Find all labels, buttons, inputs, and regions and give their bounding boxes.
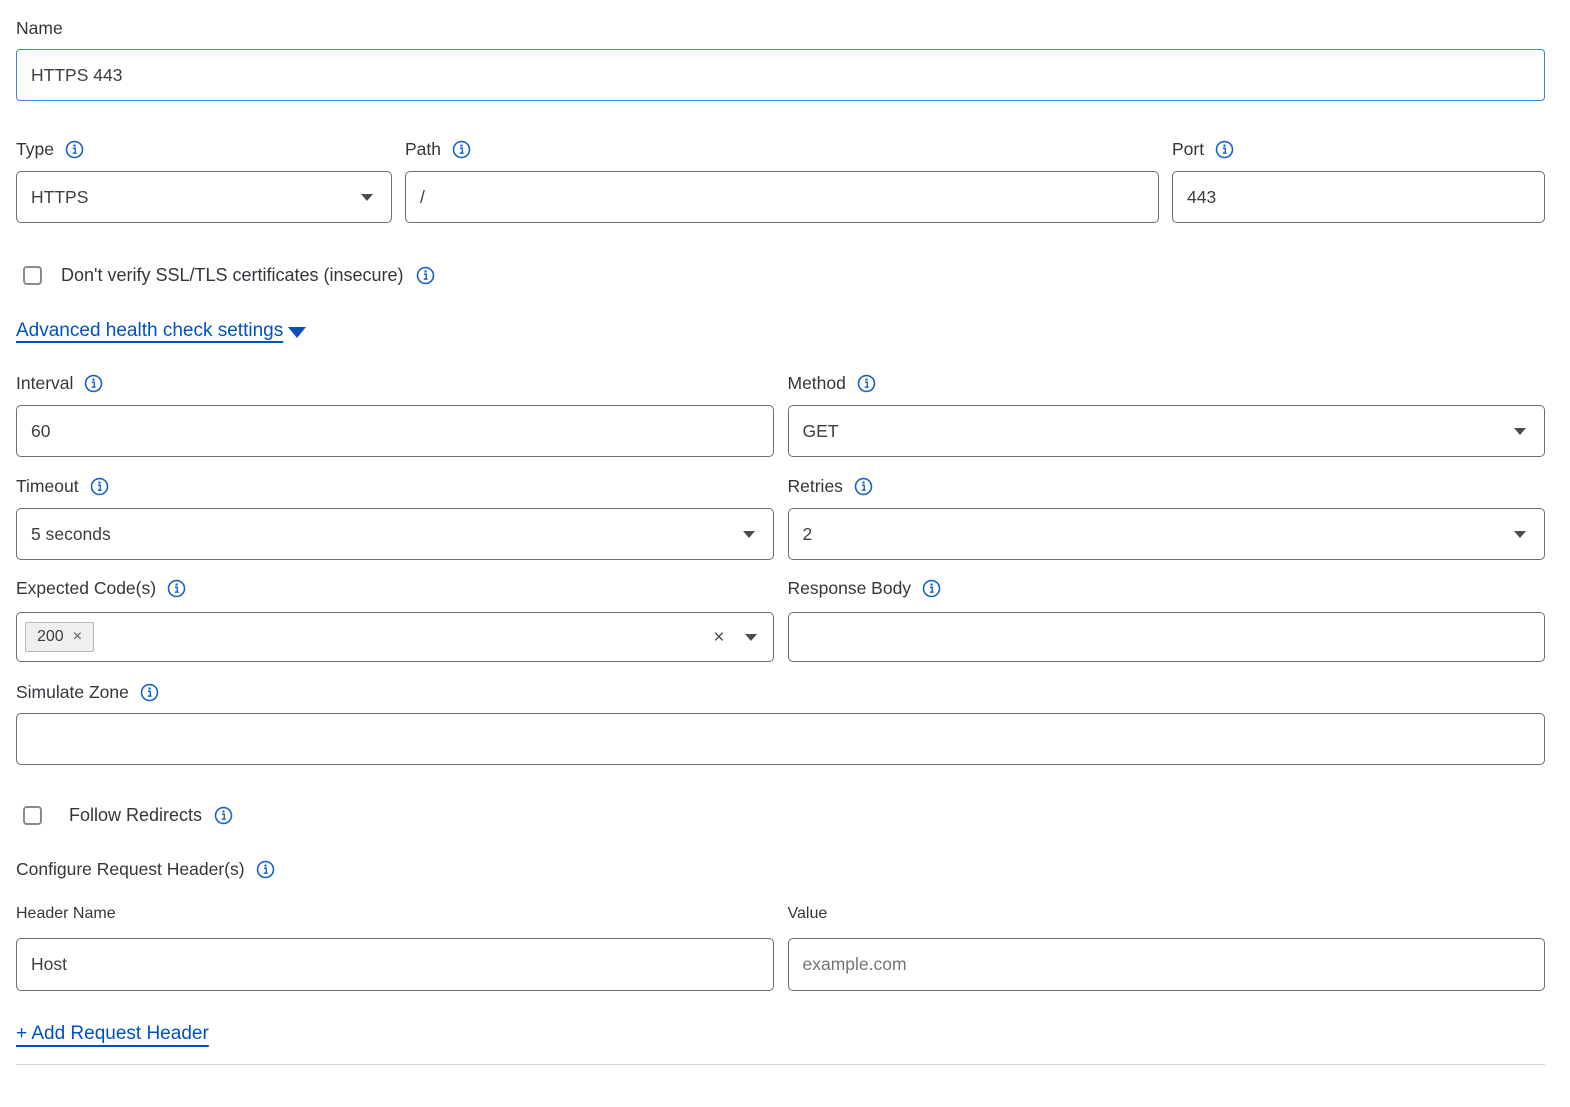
codes-body-row: Expected Code(s) 200 × × Response Body <box>16 576 1545 662</box>
interval-label: Interval <box>16 371 73 395</box>
advanced-settings-row: Advanced health check settings <box>16 320 1545 342</box>
timeout-label: Timeout <box>16 474 79 498</box>
header-value-input[interactable] <box>788 938 1546 991</box>
header-name-column-label: Header Name <box>16 905 774 923</box>
info-icon[interactable] <box>214 806 233 825</box>
retries-select-value: 2 <box>803 524 813 545</box>
dropdown-arrow-icon <box>361 194 373 201</box>
method-label: Method <box>788 371 846 395</box>
dropdown-arrow-icon <box>1514 531 1526 538</box>
timeout-select-value: 5 seconds <box>31 524 111 545</box>
info-icon[interactable] <box>65 140 84 159</box>
expected-codes-field: Expected Code(s) 200 × × <box>16 576 774 662</box>
expected-codes-multiselect[interactable]: 200 × × <box>16 612 774 662</box>
response-body-input[interactable] <box>788 612 1546 662</box>
name-field: Name <box>16 16 1545 101</box>
method-field: Method GET <box>788 371 1546 457</box>
type-field: Type HTTPS <box>16 137 392 223</box>
follow-redirects-checkbox[interactable] <box>23 806 42 825</box>
simulate-zone-label: Simulate Zone <box>16 680 129 704</box>
name-input[interactable] <box>16 49 1545 101</box>
info-icon[interactable] <box>256 860 275 879</box>
retries-select[interactable]: 2 <box>788 508 1546 560</box>
ssl-verify-label: Don't verify SSL/TLS certificates (insec… <box>61 265 404 286</box>
add-request-header-link[interactable]: + Add Request Header <box>16 1023 209 1044</box>
configure-headers-label: Configure Request Header(s) <box>16 857 245 881</box>
type-label: Type <box>16 137 54 161</box>
response-body-label: Response Body <box>788 576 912 600</box>
path-input[interactable] <box>405 171 1159 223</box>
path-field: Path <box>405 137 1159 223</box>
type-select[interactable]: HTTPS <box>16 171 392 223</box>
clear-all-icon[interactable]: × <box>713 628 724 647</box>
ssl-verify-checkbox-row: Don't verify SSL/TLS certificates (insec… <box>16 265 1545 286</box>
retries-label: Retries <box>788 474 843 498</box>
type-select-value: HTTPS <box>31 187 88 208</box>
timeout-field: Timeout 5 seconds <box>16 474 774 560</box>
port-field: Port <box>1172 137 1545 223</box>
info-icon[interactable] <box>90 477 109 496</box>
dropdown-arrow-icon <box>1514 428 1526 435</box>
info-icon[interactable] <box>857 374 876 393</box>
dropdown-arrow-icon <box>743 531 755 538</box>
interval-method-row: Interval Method GET <box>16 371 1545 457</box>
code-tag-value: 200 <box>37 628 64 646</box>
section-divider <box>16 1064 1545 1065</box>
health-check-form: Name Type HTTPS Path <box>0 0 1570 1065</box>
name-label: Name <box>16 16 63 40</box>
header-name-field: Header Name <box>16 905 774 991</box>
expected-codes-label: Expected Code(s) <box>16 576 156 600</box>
info-icon[interactable] <box>416 266 435 285</box>
info-icon[interactable] <box>854 477 873 496</box>
info-icon[interactable] <box>140 683 159 702</box>
type-path-port-row: Type HTTPS Path Port <box>16 137 1545 223</box>
follow-redirects-label: Follow Redirects <box>69 805 202 826</box>
info-icon[interactable] <box>922 579 941 598</box>
ssl-verify-checkbox[interactable] <box>23 266 42 285</box>
chevron-down-icon <box>288 327 306 338</box>
advanced-settings-link-label: Advanced health check settings <box>16 320 283 342</box>
header-value-column-label: Value <box>788 905 1546 923</box>
info-icon[interactable] <box>84 374 103 393</box>
remove-tag-icon[interactable]: × <box>73 629 82 645</box>
add-header-row: + Add Request Header <box>16 1023 1545 1045</box>
method-select[interactable]: GET <box>788 405 1546 457</box>
response-body-field: Response Body <box>788 576 1546 662</box>
retries-field: Retries 2 <box>788 474 1546 560</box>
configure-headers-row: Configure Request Header(s) <box>16 857 1545 881</box>
interval-field: Interval <box>16 371 774 457</box>
port-label: Port <box>1172 137 1204 161</box>
simulate-zone-input[interactable] <box>16 713 1545 765</box>
request-header-row: Header Name Value <box>16 905 1545 991</box>
follow-redirects-row: Follow Redirects <box>16 805 1545 826</box>
dropdown-arrow-icon[interactable] <box>745 634 757 641</box>
advanced-settings-link[interactable]: Advanced health check settings <box>16 320 306 342</box>
interval-input[interactable] <box>16 405 774 457</box>
timeout-select[interactable]: 5 seconds <box>16 508 774 560</box>
header-value-field: Value <box>788 905 1546 991</box>
simulate-zone-field: Simulate Zone <box>16 680 1545 765</box>
header-name-input[interactable] <box>16 938 774 991</box>
port-input[interactable] <box>1172 171 1545 223</box>
info-icon[interactable] <box>1215 140 1234 159</box>
timeout-retries-row: Timeout 5 seconds Retries 2 <box>16 474 1545 560</box>
path-label: Path <box>405 137 441 161</box>
method-select-value: GET <box>803 421 839 442</box>
code-tag: 200 × <box>25 622 94 652</box>
info-icon[interactable] <box>452 140 471 159</box>
info-icon[interactable] <box>167 579 186 598</box>
